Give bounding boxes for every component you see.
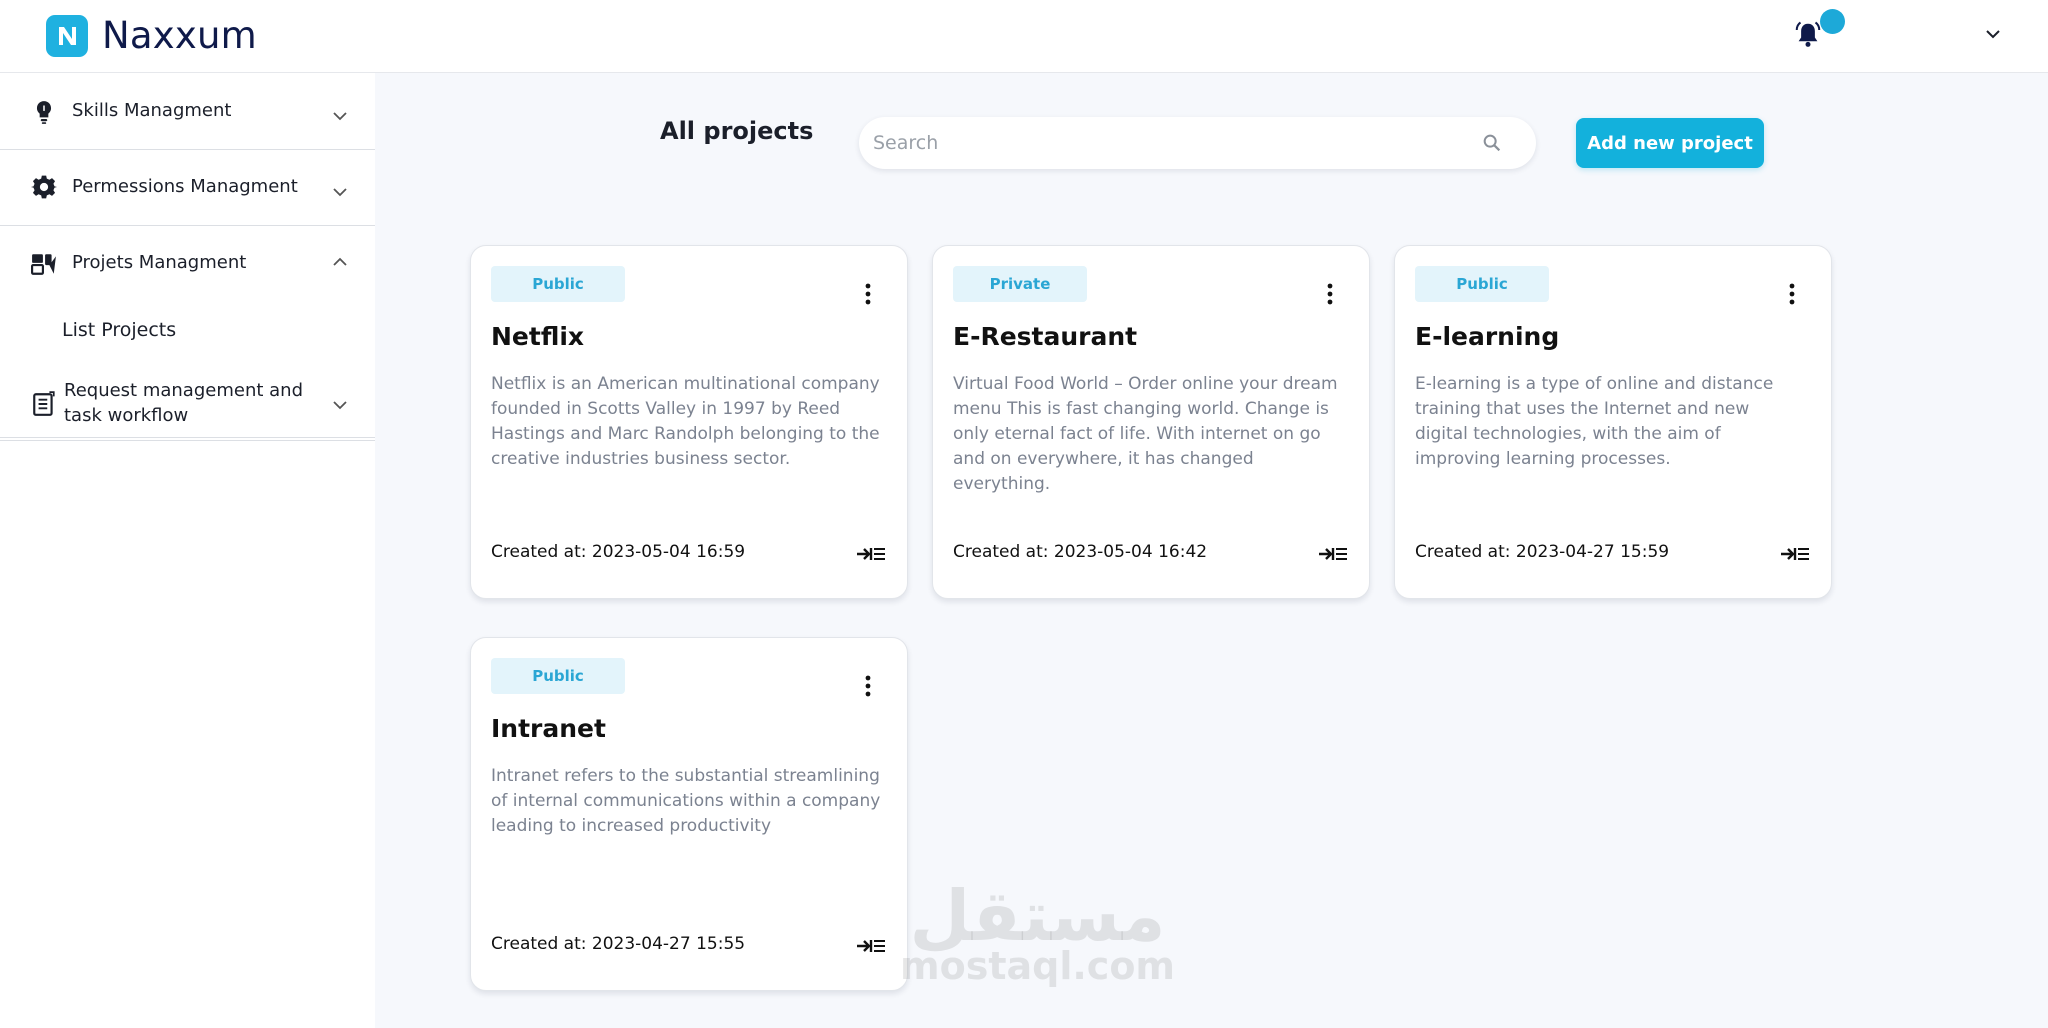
visibility-badge: Public bbox=[491, 658, 625, 694]
open-project-icon[interactable] bbox=[856, 936, 886, 956]
visibility-badge: Public bbox=[1415, 266, 1549, 302]
open-project-icon[interactable] bbox=[1780, 544, 1810, 564]
search-box bbox=[859, 117, 1536, 169]
search-icon[interactable] bbox=[1481, 132, 1503, 154]
project-card[interactable]: Public E-learning E-learning is a type o… bbox=[1394, 245, 1832, 599]
more-options-icon[interactable] bbox=[1325, 282, 1335, 306]
more-options-icon[interactable] bbox=[863, 674, 873, 698]
sidebar: Skills Managment Permessions Managment P… bbox=[0, 73, 375, 1028]
page-title: All projects bbox=[660, 117, 814, 145]
watermark-arabic: مستقل bbox=[909, 875, 1166, 957]
watermark: مستقل mostaql.com bbox=[900, 880, 1175, 986]
main-content: All projects Add new project Public Netf… bbox=[375, 73, 2048, 1028]
sidebar-item-requests[interactable]: Request management and task workflow bbox=[0, 364, 375, 441]
sidebar-item-skills[interactable]: Skills Managment bbox=[0, 73, 375, 150]
search-input[interactable] bbox=[873, 117, 1473, 169]
open-project-icon[interactable] bbox=[856, 544, 886, 564]
chevron-up-icon[interactable] bbox=[330, 252, 350, 272]
project-description: Virtual Food World – Order online your d… bbox=[953, 374, 1338, 494]
dashboard-icon bbox=[31, 254, 56, 275]
lightbulb-icon bbox=[36, 101, 52, 124]
notification-badge bbox=[1820, 9, 1845, 34]
project-name: E-learning bbox=[1415, 322, 1560, 351]
created-date: Created at: 2023-04-27 15:55 bbox=[491, 934, 746, 954]
chevron-down-icon[interactable] bbox=[330, 106, 350, 126]
project-card[interactable]: Private E-Restaurant Virtual Food World … bbox=[932, 245, 1370, 599]
add-new-project-button[interactable]: Add new project bbox=[1576, 118, 1764, 168]
notification-bell-icon[interactable] bbox=[1793, 20, 1823, 50]
open-project-icon[interactable] bbox=[1318, 544, 1348, 564]
created-date: Created at: 2023-04-27 15:59 bbox=[1415, 542, 1670, 562]
sidebar-item-label: Skills Managment bbox=[72, 100, 232, 121]
chevron-down-icon[interactable] bbox=[330, 182, 350, 202]
top-bar: Naxxum bbox=[0, 0, 2048, 73]
project-name: E-Restaurant bbox=[953, 322, 1138, 351]
project-card[interactable]: Public Intranet Intranet refers to the s… bbox=[470, 637, 908, 991]
more-options-icon[interactable] bbox=[863, 282, 873, 306]
visibility-badge: Public bbox=[491, 266, 625, 302]
sidebar-item-label: Permessions Managment bbox=[72, 176, 298, 197]
watermark-latin: mostaql.com bbox=[900, 944, 1176, 988]
gear-icon bbox=[31, 175, 57, 199]
project-name: Netflix bbox=[491, 322, 585, 351]
created-date: Created at: 2023-05-04 16:59 bbox=[491, 542, 746, 562]
sidebar-item-label: Request management and task workflow bbox=[64, 380, 304, 426]
visibility-badge: Private bbox=[953, 266, 1087, 302]
app-name: Naxxum bbox=[102, 14, 257, 57]
app-logo[interactable]: Naxxum bbox=[46, 14, 257, 57]
chevron-down-icon[interactable] bbox=[330, 395, 350, 415]
project-card[interactable]: Public Netflix Netflix is an American mu… bbox=[470, 245, 908, 599]
sidebar-item-permissions[interactable]: Permessions Managment bbox=[0, 150, 375, 226]
sidebar-item-label: Projets Managment bbox=[72, 252, 247, 273]
logo-mark-icon bbox=[46, 14, 88, 57]
project-description: E-learning is a type of online and dista… bbox=[1415, 374, 1774, 469]
sidebar-subitem-list-projects[interactable]: List Projects bbox=[62, 319, 176, 341]
project-name: Intranet bbox=[491, 714, 606, 743]
project-description: Intranet refers to the substantial strea… bbox=[491, 766, 881, 836]
document-list-icon bbox=[33, 391, 55, 416]
more-options-icon[interactable] bbox=[1787, 282, 1797, 306]
project-description: Netflix is an American multinational com… bbox=[491, 374, 880, 469]
chevron-down-icon[interactable] bbox=[1983, 24, 2003, 44]
created-date: Created at: 2023-05-04 16:42 bbox=[953, 542, 1208, 562]
